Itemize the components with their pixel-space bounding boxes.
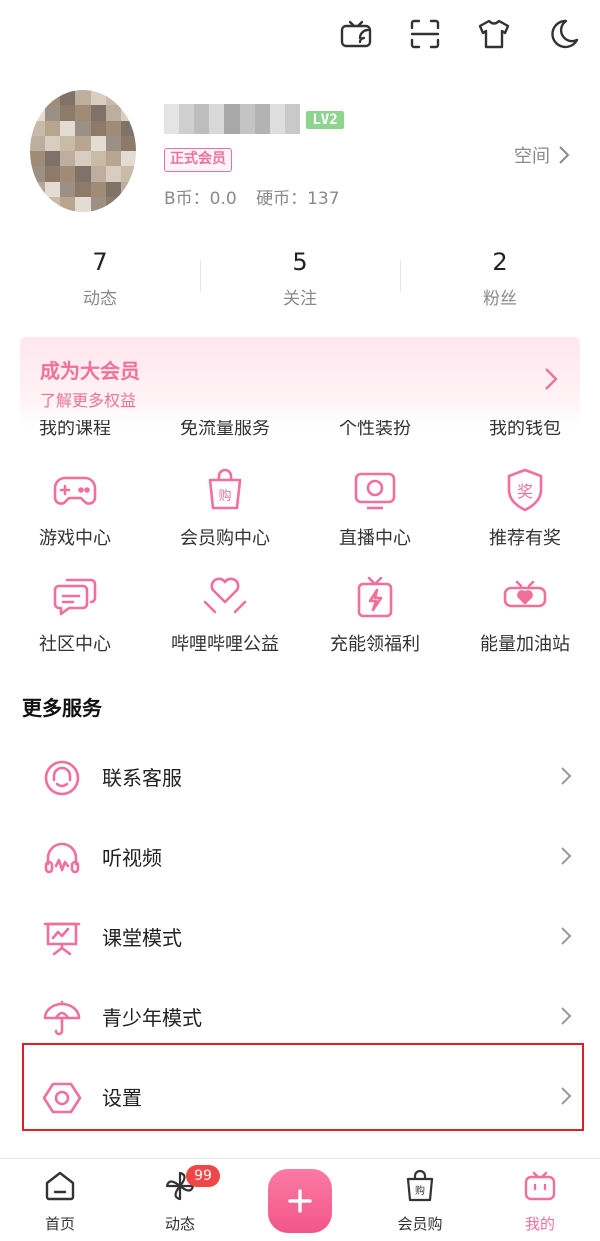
gamepad-icon <box>53 476 97 505</box>
stat-followers[interactable]: 2 粉丝 <box>400 248 600 309</box>
tv-cast-icon[interactable] <box>336 14 376 54</box>
headphones-icon <box>44 842 80 874</box>
grid-item-referral-reward[interactable]: 奖 推荐有奖 <box>450 466 600 550</box>
grid-item-game-center[interactable]: 游戏中心 <box>0 466 150 550</box>
heart-hands-icon <box>203 577 247 614</box>
stat-number: 5 <box>292 248 308 276</box>
chevron-right-icon <box>561 847 572 865</box>
publish-button[interactable] <box>268 1169 332 1233</box>
grid-item-free-data[interactable]: 免流量服务 <box>150 420 300 440</box>
grid-item-vip-shop[interactable]: 购 会员购中心 <box>150 466 300 550</box>
service-label: 课堂模式 <box>102 926 182 950</box>
avatar[interactable] <box>30 90 136 212</box>
grid-item-label: 社区中心 <box>39 634 111 655</box>
service-row-listen-video[interactable]: 听视频 <box>0 816 600 896</box>
grid-item-label: 会员购中心 <box>180 528 270 549</box>
grid-item-energy-station[interactable]: 能量加油站 <box>450 572 600 656</box>
scan-icon[interactable] <box>405 14 445 54</box>
coin-info: B币：0.0 硬币：137 <box>164 184 354 209</box>
stat-dynamics[interactable]: 7 动态 <box>0 248 200 309</box>
grid-item-label: 游戏中心 <box>39 528 111 549</box>
grid-item-community-center[interactable]: 社区中心 <box>0 572 150 656</box>
stat-label: 动态 <box>83 289 117 309</box>
nav-label: 首页 <box>44 1215 75 1233</box>
grid-item-live-center[interactable]: 直播中心 <box>300 466 450 550</box>
nav-vip-shop[interactable]: 购 会员购 <box>360 1169 480 1234</box>
grid-item-label: 推荐有奖 <box>489 528 561 549</box>
nav-home[interactable]: 首页 <box>0 1169 120 1234</box>
bottom-nav: 首页 99 动态 购 会员购 我的 <box>0 1158 600 1241</box>
reward-shield-icon: 奖 <box>507 468 543 512</box>
tv-mine-icon <box>524 1171 556 1201</box>
grid-item-decoration[interactable]: 个性装扮 <box>300 420 450 440</box>
service-label: 联系客服 <box>102 766 182 790</box>
chevron-right-icon <box>561 767 572 785</box>
nav-label: 会员购 <box>397 1215 443 1233</box>
bcoin-balance: B币：0.0 <box>164 189 237 209</box>
chevron-right-icon <box>561 1007 572 1025</box>
grid-item-my-courses[interactable]: 我的课程 <box>0 420 150 440</box>
headset-icon <box>44 760 80 796</box>
svg-text:奖: 奖 <box>517 482 533 501</box>
shopping-bag-icon: 购 <box>208 468 242 510</box>
highlight-box <box>22 1043 584 1131</box>
svg-text:购: 购 <box>415 1184 425 1197</box>
grid-item-label: 充能领福利 <box>330 634 420 655</box>
username-blurred <box>164 104 300 134</box>
chevron-right-icon <box>545 368 558 390</box>
nav-label: 我的 <box>524 1215 555 1233</box>
service-label: 听视频 <box>102 846 162 870</box>
energy-heart-icon <box>503 580 547 608</box>
chevron-right-icon <box>561 927 572 945</box>
vip-banner[interactable]: 成为大会员 了解更多权益 <box>20 337 580 427</box>
vip-banner-subtitle: 了解更多权益 <box>40 391 137 410</box>
home-icon <box>45 1171 75 1201</box>
grid-item-charge-benefits[interactable]: 充能领福利 <box>300 572 450 656</box>
shopping-bag-icon: 购 <box>406 1169 434 1202</box>
nav-label: 动态 <box>164 1215 195 1233</box>
plus-icon <box>288 1189 312 1213</box>
vip-status-tag[interactable]: 正式会员 <box>164 148 232 172</box>
moon-icon[interactable] <box>544 14 584 54</box>
stat-number: 2 <box>492 248 508 276</box>
gift-bolt-icon <box>357 576 393 618</box>
grid-item-wallet[interactable]: 我的钱包 <box>450 420 600 440</box>
space-label: 空间 <box>514 146 550 167</box>
chat-bubbles-icon <box>53 578 97 616</box>
grid-item-label: 直播中心 <box>339 528 411 549</box>
space-link[interactable]: 空间 <box>514 142 570 168</box>
coin-balance: 硬币：137 <box>256 189 340 209</box>
grid-item-label: 哔哩哔哩公益 <box>171 634 279 655</box>
stat-number: 7 <box>92 248 108 276</box>
stat-label: 关注 <box>283 289 317 309</box>
nav-dynamics[interactable]: 99 动态 <box>120 1165 240 1234</box>
notification-badge: 99 <box>186 1165 220 1187</box>
stat-following[interactable]: 5 关注 <box>200 248 400 309</box>
classroom-board-icon <box>43 922 81 956</box>
grid-row-partial: 我的课程 免流量服务 个性装扮 我的钱包 <box>0 420 600 442</box>
nav-mine[interactable]: 我的 <box>480 1169 600 1234</box>
umbrella-icon <box>43 1000 81 1036</box>
grid-item-label: 能量加油站 <box>480 634 570 655</box>
live-tv-icon <box>354 472 396 510</box>
chevron-right-icon <box>559 146 570 164</box>
grid-item-charity[interactable]: 哔哩哔哩公益 <box>150 572 300 656</box>
vip-banner-title: 成为大会员 <box>40 359 140 383</box>
service-row-customer-service[interactable]: 联系客服 <box>0 736 600 816</box>
tshirt-icon[interactable] <box>474 14 514 54</box>
stat-label: 粉丝 <box>483 289 517 309</box>
svg-text:购: 购 <box>218 488 231 504</box>
section-title: 更多服务 <box>22 696 102 720</box>
level-badge: LV2 <box>306 111 344 129</box>
service-row-classroom-mode[interactable]: 课堂模式 <box>0 896 600 976</box>
service-label: 青少年模式 <box>102 1006 202 1030</box>
